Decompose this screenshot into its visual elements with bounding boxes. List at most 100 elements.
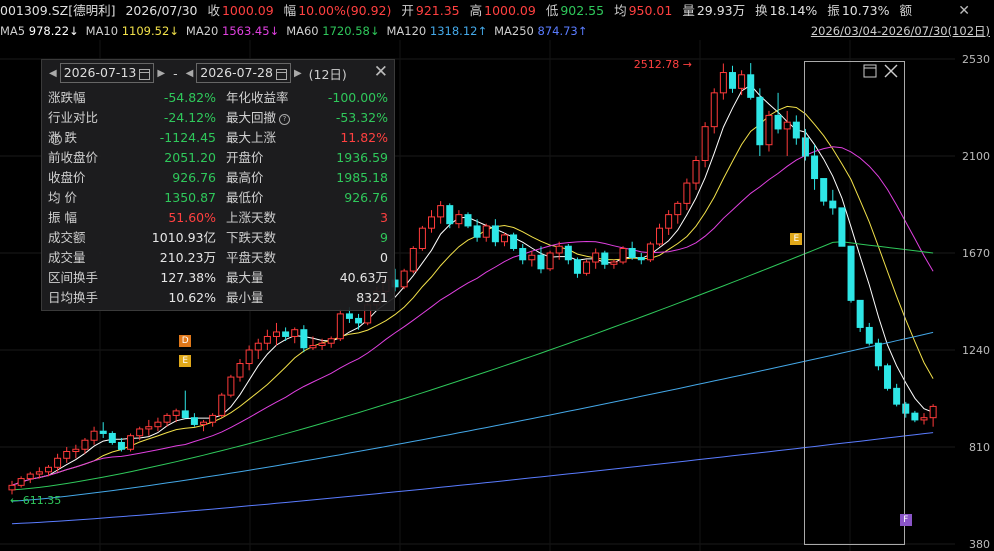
- candle-body: [26, 473, 34, 480]
- x-icon[interactable]: ✕: [958, 0, 970, 22]
- open-label: 开: [401, 3, 414, 18]
- prev-end-icon[interactable]: ◀: [186, 68, 194, 79]
- start-date-text: 2026-07-13: [63, 65, 137, 80]
- candle-body: [355, 317, 363, 324]
- ma-legend-item[interactable]: MA20 1563.45↓: [186, 24, 279, 38]
- stat-value: -1124.45: [159, 130, 216, 145]
- stat-value: 1350.87: [164, 190, 216, 205]
- ma120-line: [11, 331, 934, 502]
- candle-body: [482, 225, 490, 238]
- candle-body: [628, 247, 636, 259]
- ma-legend-item[interactable]: MA10 1109.52↓: [86, 24, 179, 38]
- stat-value: 0: [380, 250, 388, 265]
- stat-row: 均 价 1350.87 最低价 926.76: [48, 188, 388, 208]
- date-range-label[interactable]: 2026/03/04-2026/07/30(102日): [811, 22, 990, 40]
- ma-name: MA120: [386, 24, 430, 38]
- candle-body: [601, 252, 609, 265]
- maximize-icon[interactable]: [863, 64, 877, 78]
- ma-legend-item[interactable]: MA60 1720.58↓: [286, 24, 379, 38]
- volume-label: 量: [682, 3, 695, 18]
- candle-body: [792, 121, 800, 139]
- candle-body: [227, 376, 235, 396]
- low-value: 902.55: [560, 3, 605, 18]
- candle-body: [637, 257, 645, 261]
- candle-body: [491, 225, 499, 243]
- amount-label: 额: [899, 3, 912, 18]
- candle-body: [929, 405, 937, 419]
- candle-body: [154, 421, 162, 428]
- range-stats-panel: ◀ 2026-07-13 ▶ - ◀ 2026-07-28 ▶ (12日) ✕ …: [41, 59, 395, 311]
- stat-label: 涨跌幅: [48, 90, 86, 105]
- stat-value: 3: [380, 210, 388, 225]
- turnover-value: 18.14%: [769, 3, 818, 18]
- stat-value: 926.76: [344, 190, 388, 205]
- stat-label: 下跌天数: [226, 230, 277, 245]
- stat-value: 1010.93亿: [151, 230, 216, 245]
- ma-value: 1318.12↑: [429, 24, 488, 38]
- candle-body: [209, 414, 217, 423]
- candle-body: [911, 412, 919, 421]
- candle-body: [455, 214, 463, 225]
- stat-value: 2051.20: [164, 150, 216, 165]
- candle-body: [63, 451, 71, 459]
- candle-body: [610, 261, 618, 265]
- candle-body: [318, 342, 326, 346]
- stat-value: -53.32%: [335, 110, 388, 125]
- event-marker[interactable]: E: [790, 233, 803, 246]
- candle-body: [400, 270, 408, 288]
- candle-body: [345, 313, 353, 319]
- prev-start-icon[interactable]: ◀: [49, 68, 57, 79]
- stock-code-name[interactable]: 001309.SZ[德明利]: [0, 3, 115, 18]
- low-annotation: ← 611.35: [10, 494, 61, 507]
- calendar-icon[interactable]: [275, 68, 287, 80]
- candle-body: [747, 74, 755, 98]
- candle-body: [537, 254, 545, 270]
- box-close-icon[interactable]: [884, 64, 898, 78]
- candle-body: [54, 457, 62, 468]
- candle-body: [692, 160, 700, 184]
- end-date-field[interactable]: 2026-07-28: [196, 63, 291, 83]
- ma-legend-item[interactable]: MA120 1318.12↑: [386, 24, 487, 38]
- candle-body: [200, 421, 208, 425]
- ma-legend-item[interactable]: MA250 874.73↑: [494, 24, 587, 38]
- stat-label: 成交额: [48, 230, 86, 245]
- candle-body: [127, 435, 135, 450]
- panel-close-icon[interactable]: ✕: [374, 62, 388, 82]
- stat-value: 210.23万: [159, 250, 216, 265]
- help-icon[interactable]: ?: [279, 114, 291, 125]
- date-separator: -: [173, 65, 178, 81]
- candle-body: [674, 202, 682, 216]
- stat-label: 最高价: [226, 170, 264, 185]
- high-value: 1000.09: [484, 3, 536, 18]
- candle-body: [555, 245, 563, 254]
- candle-body: [409, 247, 417, 272]
- selection-box[interactable]: [804, 61, 905, 545]
- ma-value: 978.22↓: [28, 24, 79, 38]
- stat-label: 前收盘价: [48, 150, 99, 165]
- candle-body: [738, 74, 746, 89]
- change-label: 幅: [283, 3, 297, 18]
- event-marker[interactable]: F: [899, 513, 912, 526]
- stat-value: 1936.59: [336, 150, 388, 165]
- calendar-icon[interactable]: [139, 68, 151, 80]
- candle-body: [437, 205, 445, 218]
- event-marker[interactable]: D: [179, 334, 192, 347]
- candle-body: [464, 214, 472, 227]
- candle-body: [136, 428, 144, 437]
- event-marker[interactable]: E: [179, 355, 192, 368]
- candle-body: [583, 261, 591, 274]
- candle-body: [418, 227, 426, 249]
- stat-value: 51.60%: [168, 210, 216, 225]
- stat-row: 区间换手 127.38% 最大量 40.63万: [48, 268, 388, 288]
- stat-row: 振 幅 51.60% 上涨天数 3: [48, 208, 388, 228]
- start-date-field[interactable]: 2026-07-13: [59, 63, 155, 83]
- next-start-icon[interactable]: ▶: [157, 68, 165, 79]
- stat-value: 10.62%: [168, 290, 216, 305]
- candle-body: [117, 441, 125, 450]
- candle-body: [181, 410, 189, 419]
- ma-legend-item[interactable]: MA5 978.22↓: [0, 24, 79, 38]
- candle-body: [619, 247, 627, 263]
- next-end-icon[interactable]: ▶: [294, 68, 302, 79]
- close-label: 收: [207, 3, 220, 18]
- candle-body: [90, 430, 98, 441]
